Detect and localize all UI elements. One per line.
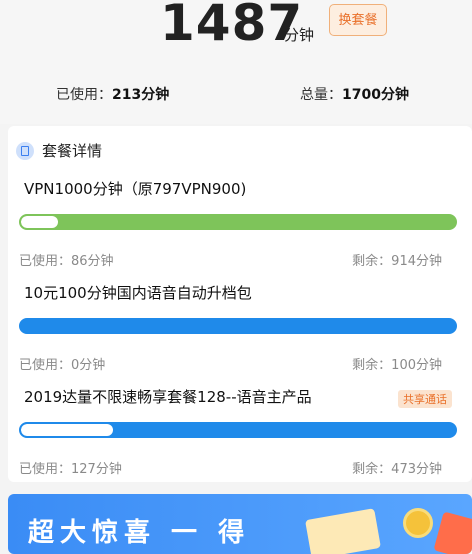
progress-bar [19,422,457,438]
package-remaining: 剩余：100分钟 [352,358,442,373]
minutes-summary: 1487 分钟 换套餐 已使用：213分钟 总量：1700分钟 [0,0,472,124]
package-name: VPN1000分钟（原797VPN900) [24,180,247,198]
gift-icon [433,511,472,554]
used-stat: 已使用：213分钟 [56,84,169,104]
progress-bar [19,318,457,334]
promo-banner[interactable]: 超大惊喜 一 得 [8,494,472,554]
remaining-minutes: 1487 [160,0,304,52]
total-stat: 总量：1700分钟 [300,84,409,104]
change-plan-button[interactable]: 换套餐 [329,4,387,36]
progress-used-portion [21,424,113,436]
package-details-card: 套餐详情 VPN1000分钟（原797VPN900) 已使用：86分钟 剩余：9… [8,126,472,482]
card-title: 套餐详情 [42,142,103,160]
remaining-unit: 分钟 [284,26,315,44]
coupon-icon [305,508,381,554]
progress-used-portion [21,216,59,228]
used-value: 213分钟 [112,87,170,103]
coin-icon [403,508,433,538]
package-used: 已使用：127分钟 [19,462,122,477]
used-label: 已使用： [56,87,112,103]
document-icon [16,141,34,160]
package-remaining: 剩余：473分钟 [352,462,442,477]
total-label: 总量： [300,87,342,103]
shared-call-badge: 共享通话 [398,390,452,408]
package-name: 10元100分钟国内语音自动升档包 [24,284,252,302]
total-value: 1700分钟 [342,87,409,103]
banner-text: 超大惊喜 一 得 [28,518,251,548]
package-name: 2019达量不限速畅享套餐128--语音主产品 [24,388,312,406]
package-used: 已使用：0分钟 [19,358,106,373]
package-remaining: 剩余：914分钟 [352,254,442,269]
progress-bar [19,214,457,230]
package-used: 已使用：86分钟 [19,254,114,269]
card-header: 套餐详情 [16,140,102,161]
